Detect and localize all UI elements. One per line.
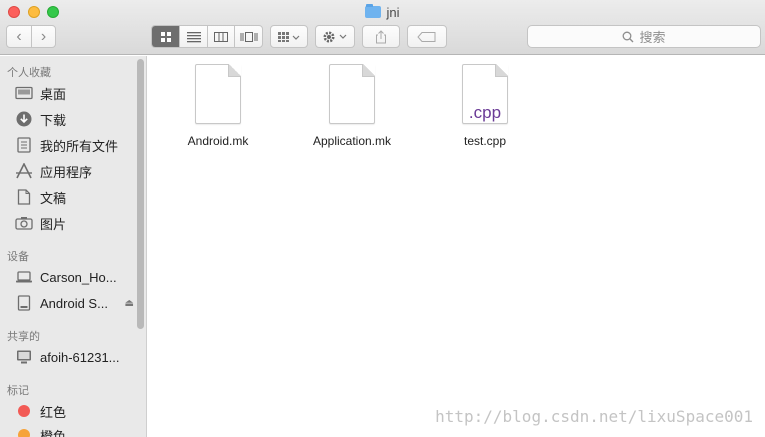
sidebar-item-shared-host[interactable]: afoih-61231...: [14, 347, 136, 367]
sidebar-item-computer[interactable]: Carson_Ho...: [14, 267, 136, 287]
columns-icon: [214, 31, 229, 42]
sidebar-item-tag-red[interactable]: 红色: [14, 401, 136, 421]
file-browser: Android.mk Application.mk .cpp test.cpp …: [148, 56, 765, 437]
gear-icon: [323, 31, 347, 42]
sidebar-item-all-files[interactable]: 我的所有文件: [14, 135, 136, 155]
eject-icon[interactable]: ⏏: [125, 298, 134, 309]
orange-tag-dot: [18, 429, 30, 437]
column-view-button[interactable]: [206, 26, 235, 47]
all-files-icon: [14, 137, 33, 153]
cover-flow-icon: [240, 31, 258, 42]
sidebar-item-applications[interactable]: 应用程序: [14, 161, 136, 181]
file-name: Android.mk: [187, 134, 249, 148]
file-name: Application.mk: [312, 134, 392, 148]
nav-button-group: ‹ ›: [6, 25, 56, 48]
search-icon: [623, 31, 634, 42]
folder-icon: [365, 4, 382, 18]
watermark-text: http://blog.csdn.net/lixuSpace001: [435, 407, 753, 426]
arrange-grid-icon: [278, 31, 300, 42]
search-placeholder: 搜索: [639, 30, 666, 45]
tag-icon: [417, 31, 436, 42]
sidebar-item-desktop[interactable]: 桌面: [14, 83, 136, 103]
sidebar-heading-shared: 共享的: [7, 331, 40, 343]
file-item[interactable]: .cpp test.cpp: [425, 64, 545, 148]
share-button[interactable]: [362, 25, 400, 48]
drive-icon: [14, 295, 33, 311]
sidebar-item-android-drive[interactable]: Android S... ⏏: [14, 293, 136, 313]
sidebar-item-documents[interactable]: 文稿: [14, 187, 136, 207]
list-view-button[interactable]: [179, 26, 207, 47]
view-mode-group: [151, 25, 263, 48]
back-button[interactable]: ‹: [7, 26, 31, 47]
file-item[interactable]: Application.mk: [292, 64, 412, 148]
search-input[interactable]: 搜索: [527, 25, 761, 48]
camera-icon: [14, 215, 33, 231]
arrange-button[interactable]: [270, 25, 308, 48]
tag-button[interactable]: [407, 25, 447, 48]
toolbar: jni ‹ › 搜索: [0, 0, 765, 55]
file-item[interactable]: Android.mk: [158, 64, 278, 148]
applications-icon: [14, 163, 33, 179]
forward-button[interactable]: ›: [30, 26, 55, 47]
chevron-left-icon: ‹: [16, 27, 22, 45]
sidebar-item-tag-orange[interactable]: 橙色: [14, 425, 136, 437]
list-icon: [186, 31, 201, 42]
action-button[interactable]: [315, 25, 355, 48]
grid-icon: [160, 31, 171, 42]
sidebar-item-pictures[interactable]: 图片: [14, 213, 136, 233]
document-icon: [195, 64, 241, 124]
window-title: jni: [0, 4, 765, 20]
monitor-icon: [14, 349, 33, 365]
sidebar-heading-favorites: 个人收藏: [7, 67, 51, 79]
documents-icon: [14, 189, 33, 205]
red-tag-dot: [18, 405, 30, 417]
sidebar-heading-devices: 设备: [7, 251, 29, 263]
cpp-file-icon: .cpp: [462, 64, 508, 124]
document-icon: [329, 64, 375, 124]
sidebar-heading-tags: 标记: [7, 385, 29, 397]
share-icon: [376, 29, 386, 43]
file-type-badge: .cpp: [468, 103, 502, 122]
sidebar: 个人收藏 桌面 下载 我的所有文件 应用程序 文稿 图片 设备 Carson_H…: [0, 56, 147, 437]
cover-flow-button[interactable]: [234, 26, 262, 47]
desktop-icon: [14, 85, 33, 101]
window-title-text: jni: [386, 4, 400, 20]
download-icon: [14, 111, 33, 127]
sidebar-item-downloads[interactable]: 下载: [14, 109, 136, 129]
chevron-right-icon: ›: [40, 27, 47, 45]
laptop-icon: [14, 269, 33, 285]
sidebar-scrollbar-thumb[interactable]: [137, 59, 144, 329]
icon-view-button[interactable]: [152, 26, 180, 47]
file-name: test.cpp: [463, 134, 507, 148]
